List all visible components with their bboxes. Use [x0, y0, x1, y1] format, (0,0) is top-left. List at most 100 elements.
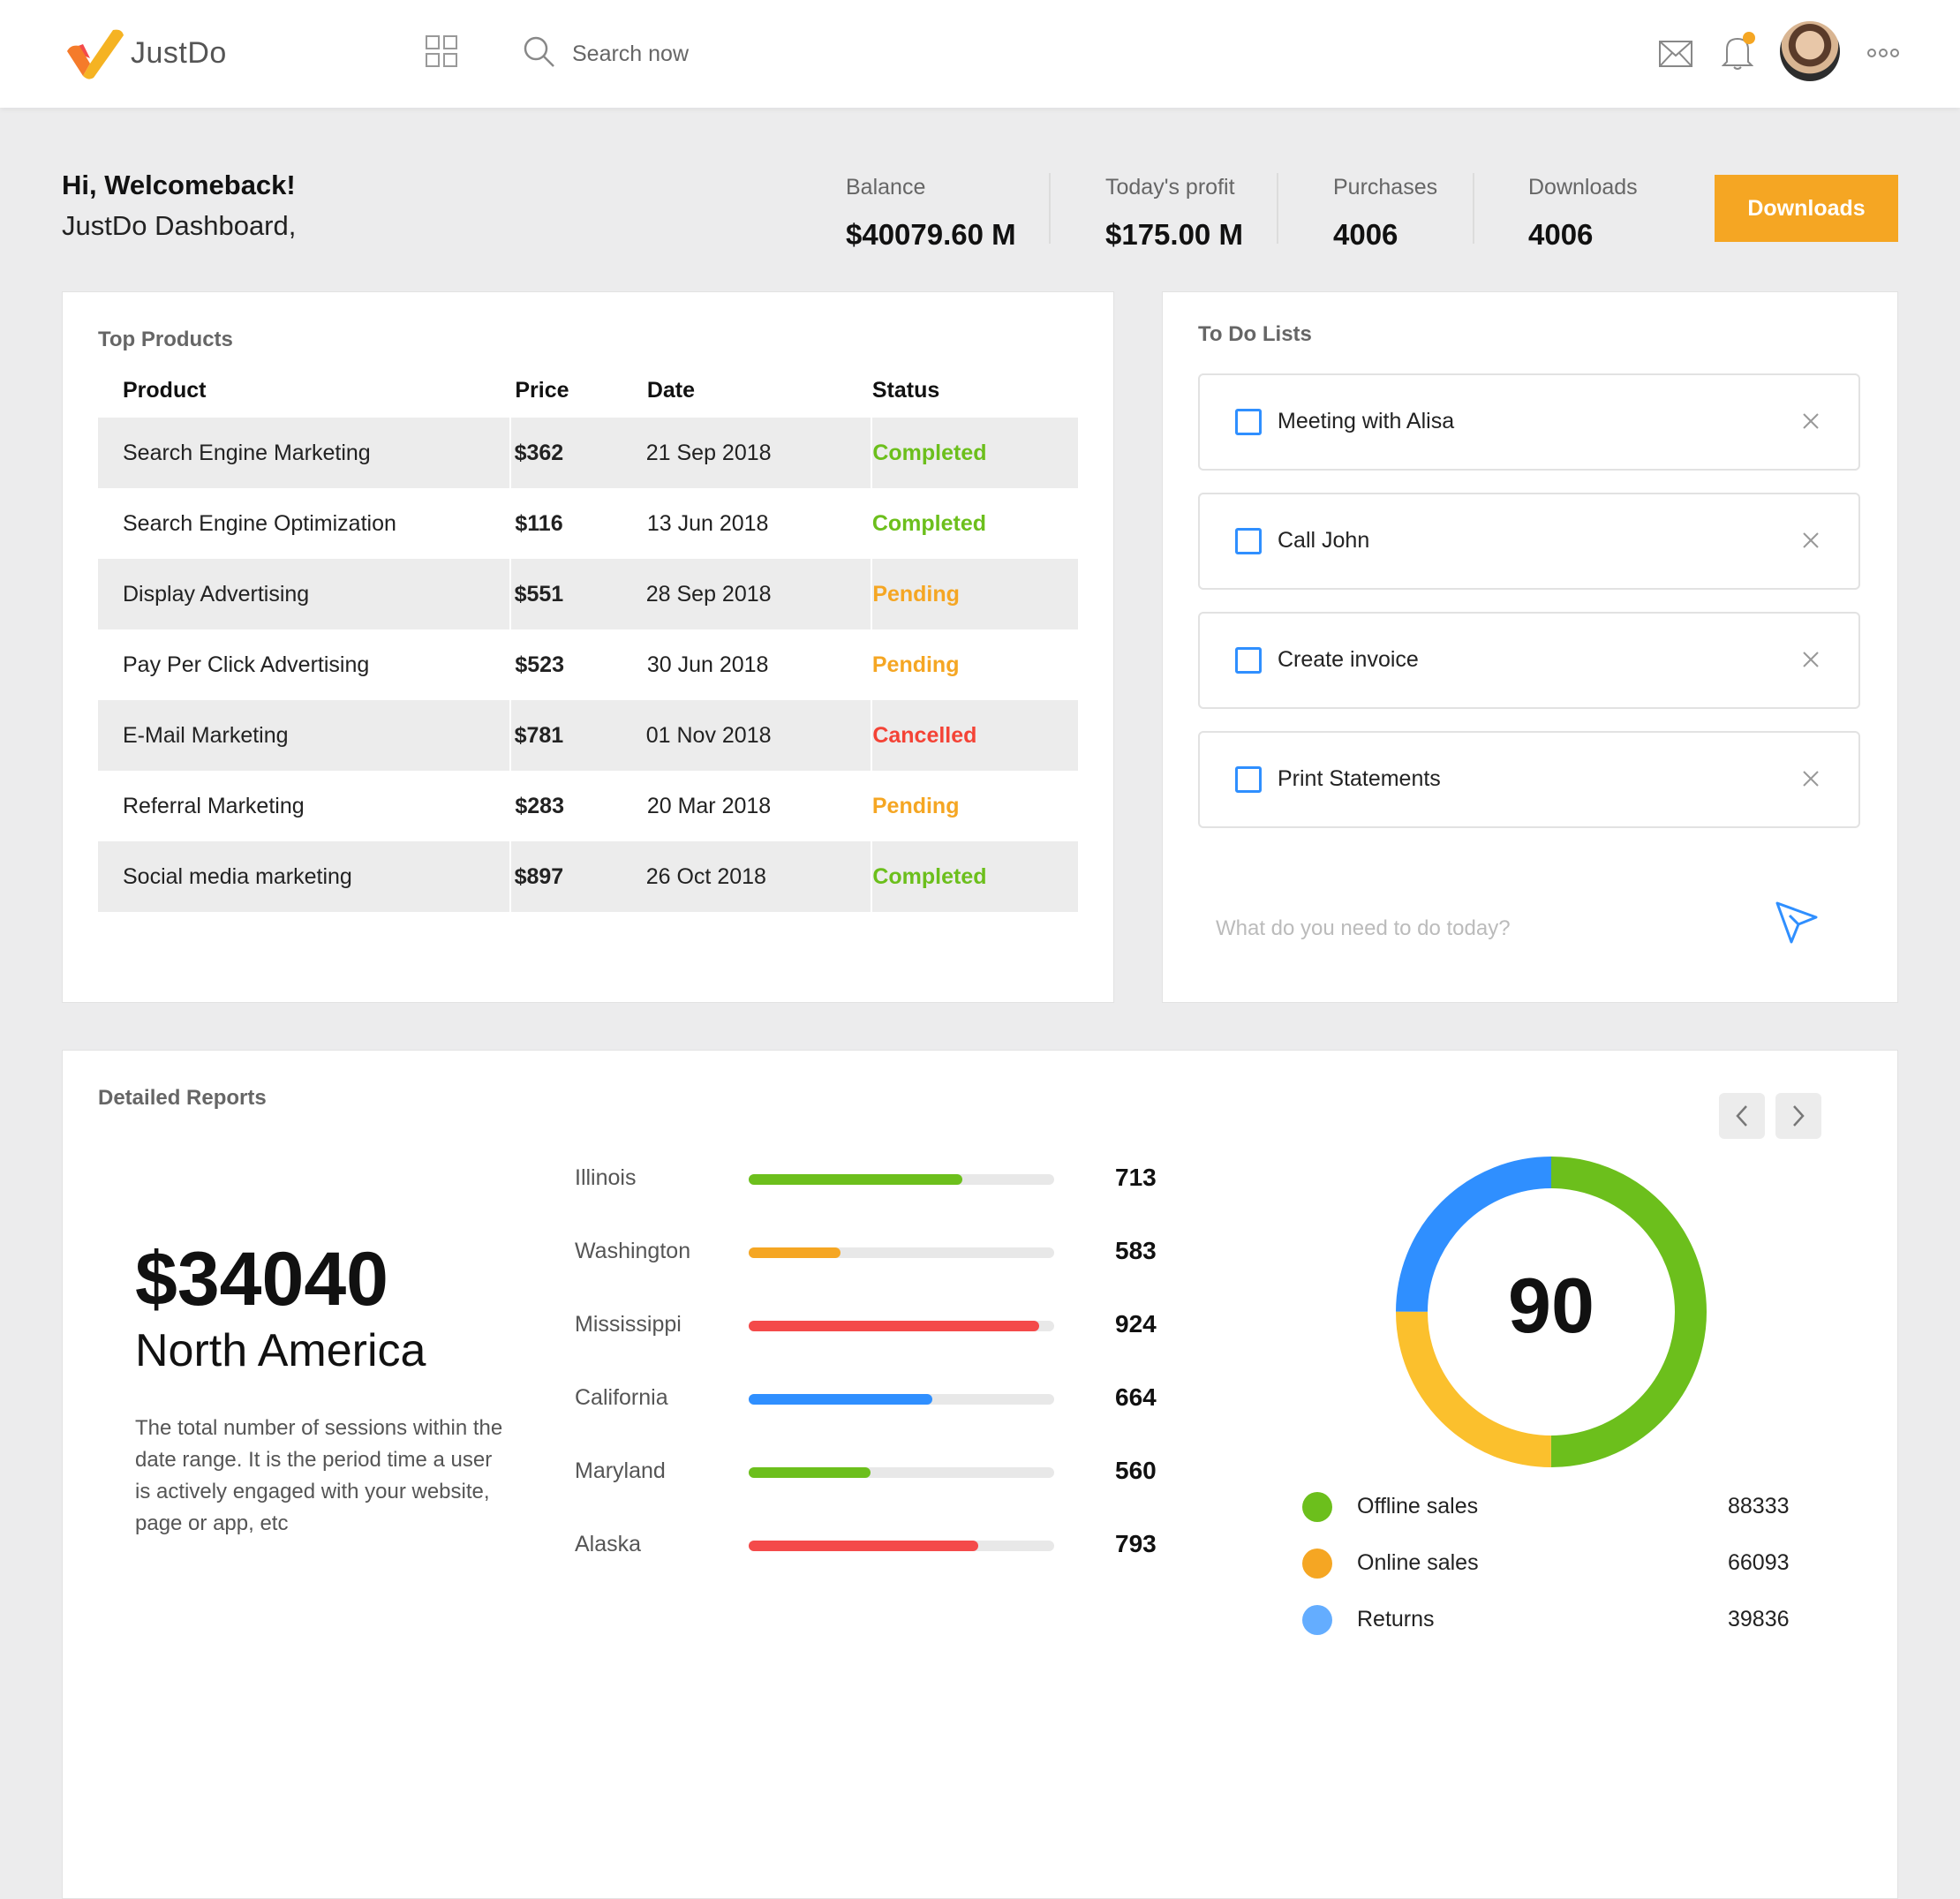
table-row[interactable]: E-Mail Marketing $781 01 Nov 2018 Cancelled: [98, 700, 1078, 771]
date-cell: 21 Sep 2018: [646, 418, 873, 488]
todo-item: Call John: [1198, 493, 1860, 590]
prev-button[interactable]: [1719, 1093, 1765, 1139]
close-icon[interactable]: [1800, 530, 1821, 551]
status-cell: Cancelled: [872, 722, 977, 748]
state-value: 583: [1115, 1237, 1157, 1264]
stat-value: $40079.60 M: [846, 218, 1016, 251]
progress-bar-fill: [749, 1321, 1039, 1331]
state-value: 793: [1115, 1530, 1157, 1557]
logo[interactable]: JustDo: [64, 25, 227, 81]
todo-checkbox[interactable]: [1235, 766, 1262, 793]
column-header[interactable]: Product: [98, 378, 511, 403]
todo-card: To Do Lists Meeting with Alisa Call John C…: [1162, 291, 1898, 1003]
legend-label: Online sales: [1357, 1550, 1479, 1575]
close-icon[interactable]: [1800, 768, 1821, 789]
stat-value: $175.00 M: [1105, 218, 1243, 251]
todo-label: Create invoice: [1278, 647, 1419, 672]
detailed-reports-card: Detailed Reports $34040 North America Th…: [62, 1050, 1898, 1899]
stat-divider: [1277, 173, 1278, 244]
todo-checkbox[interactable]: [1235, 409, 1262, 435]
progress-bar: [749, 1394, 1054, 1405]
product-cell: Search Engine Optimization: [123, 510, 396, 536]
legend-dot: [1302, 1492, 1332, 1522]
stat-todays-profit: Today's profit $175.00 M: [1105, 175, 1243, 252]
close-icon[interactable]: [1800, 649, 1821, 670]
state-value: 664: [1115, 1383, 1157, 1411]
progress-bar: [749, 1321, 1054, 1331]
legend-dot: [1302, 1549, 1332, 1579]
product-cell: Referral Marketing: [123, 793, 305, 818]
top-bar: JustDo: [0, 0, 1960, 108]
downloads-button[interactable]: Downloads: [1715, 175, 1898, 242]
table-row[interactable]: Social media marketing $897 26 Oct 2018 Com…: [98, 841, 1078, 912]
table-row[interactable]: Search Engine Optimization $116 13 Jun 201…: [98, 488, 1078, 559]
stat-label: Purchases: [1333, 175, 1438, 200]
send-icon[interactable]: [1772, 898, 1821, 947]
table-header: Product Price Date Status: [98, 363, 1078, 418]
progress-bar-fill: [749, 1541, 978, 1551]
table-row[interactable]: Display Advertising $551 28 Sep 2018 Pendin…: [98, 559, 1078, 629]
product-cell: E-Mail Marketing: [98, 700, 511, 771]
search-icon[interactable]: [523, 35, 556, 69]
mail-icon[interactable]: [1658, 39, 1693, 69]
donut-value: 90: [1508, 1262, 1594, 1349]
avatar[interactable]: [1780, 21, 1840, 81]
stat-balance: Balance $40079.60 M: [846, 175, 1016, 252]
todo-checkbox[interactable]: [1235, 647, 1262, 674]
state-value: 924: [1115, 1310, 1157, 1338]
todo-item: Create invoice: [1198, 612, 1860, 709]
state-label: Alaska: [575, 1532, 642, 1556]
product-cell: Display Advertising: [98, 559, 511, 629]
chevron-left-icon: [1736, 1105, 1747, 1127]
close-icon[interactable]: [1800, 411, 1821, 432]
todo-input[interactable]: [1214, 910, 1712, 947]
report-region: North America: [135, 1325, 426, 1376]
state-label: Mississippi: [575, 1312, 682, 1337]
price-cell: $283: [515, 793, 564, 818]
progress-bar-fill: [749, 1394, 932, 1405]
notification-badge: [1743, 32, 1755, 44]
price-cell: $781: [514, 722, 564, 748]
table-row[interactable]: Pay Per Click Advertising $523 30 Jun 2018…: [98, 629, 1078, 700]
status-cell: Pending: [871, 652, 960, 677]
state-label: Illinois: [575, 1165, 637, 1190]
logo-icon: [67, 29, 124, 79]
price-cell: $897: [514, 863, 564, 889]
todo-label: Call John: [1278, 528, 1370, 553]
legend-value: 39836: [1728, 1607, 1790, 1631]
column-header[interactable]: Status: [872, 378, 1078, 403]
progress-bar: [749, 1174, 1054, 1185]
status-cell: Completed: [871, 510, 987, 536]
welcome-greeting: Hi, Welcomeback!: [62, 170, 296, 200]
progress-bar: [749, 1467, 1054, 1478]
price-cell: $551: [514, 581, 564, 607]
legend-dot: [1302, 1605, 1332, 1635]
table-row[interactable]: Search Engine Marketing $362 21 Sep 2018 Co…: [98, 418, 1078, 488]
date-cell: 26 Oct 2018: [646, 841, 873, 912]
next-button[interactable]: [1775, 1093, 1821, 1139]
price-cell: $362: [514, 440, 564, 465]
stat-divider: [1473, 173, 1474, 244]
stat-downloads: Downloads 4006: [1528, 175, 1638, 252]
products-table: Product Price Date Status Search Engine …: [98, 363, 1078, 912]
todo-checkbox[interactable]: [1235, 528, 1262, 554]
report-description: The total number of sessions within the …: [135, 1416, 503, 1535]
card-title: To Do Lists: [1198, 322, 1312, 346]
price-cell: $116: [515, 510, 563, 536]
more-icon[interactable]: [1866, 48, 1900, 58]
todo-label: Print Statements: [1278, 766, 1441, 791]
app-name: JustDo: [131, 35, 227, 70]
stat-label: Today's profit: [1105, 175, 1235, 200]
product-cell: Pay Per Click Advertising: [123, 652, 370, 677]
report-amount: $34040: [135, 1237, 388, 1322]
card-title: Detailed Reports: [98, 1086, 267, 1110]
date-cell: 30 Jun 2018: [646, 652, 769, 677]
date-cell: 13 Jun 2018: [646, 510, 769, 536]
column-header[interactable]: Date: [647, 378, 872, 403]
apps-grid-icon[interactable]: [426, 35, 457, 67]
progress-bar-fill: [749, 1247, 841, 1258]
column-header[interactable]: Price: [511, 378, 646, 403]
search-input[interactable]: [570, 35, 856, 72]
top-products-card: Top Products Product Price Date Status S…: [62, 291, 1114, 1003]
table-row[interactable]: Referral Marketing $283 20 Mar 2018 Pending: [98, 771, 1078, 841]
